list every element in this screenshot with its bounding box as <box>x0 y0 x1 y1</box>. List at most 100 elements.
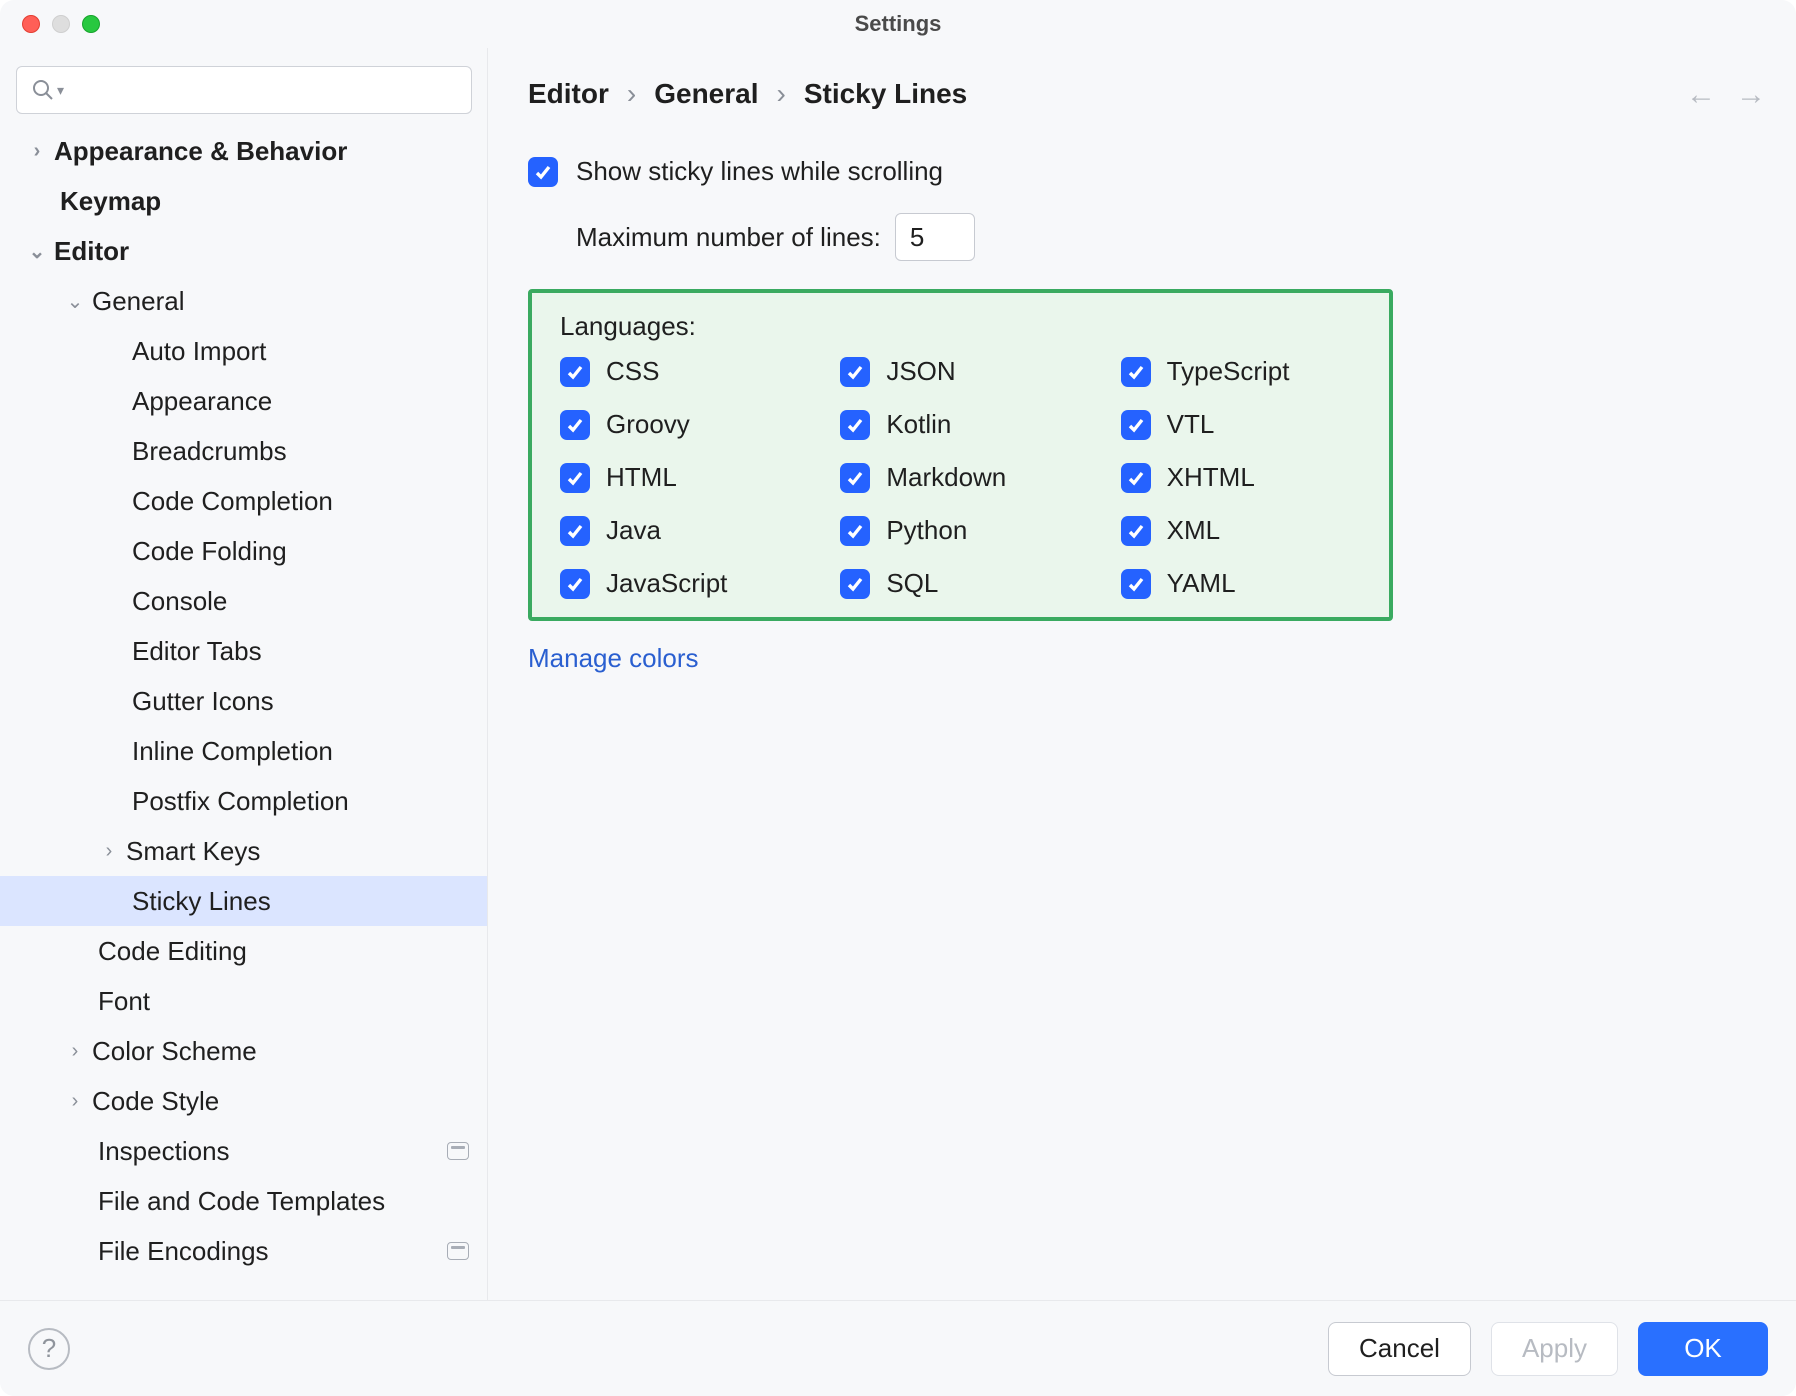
languages-box: Languages: CSSJSONTypeScriptGroovyKotlin… <box>528 289 1393 621</box>
close-icon[interactable] <box>22 15 40 33</box>
sidebar-item-label: Gutter Icons <box>132 686 274 717</box>
sidebar-item-label: File and Code Templates <box>98 1186 385 1217</box>
breadcrumb-sticky-lines: Sticky Lines <box>804 78 967 110</box>
language-item-javascript: JavaScript <box>560 568 800 599</box>
chevron-right-icon: › <box>627 78 636 110</box>
forward-icon[interactable]: → <box>1736 78 1766 112</box>
language-item-xhtml: XHTML <box>1121 462 1361 493</box>
sidebar-item-keymap[interactable]: Keymap <box>0 176 487 226</box>
sidebar-item-code-style[interactable]: ›Code Style <box>0 1076 487 1126</box>
chevron-right-icon: › <box>62 1090 88 1113</box>
language-checkbox-java[interactable] <box>560 516 590 546</box>
language-label: SQL <box>886 568 938 599</box>
ok-button[interactable]: OK <box>1638 1322 1768 1376</box>
sidebar-item-appearance-behavior[interactable]: ›Appearance & Behavior <box>0 126 487 176</box>
sidebar-item-label: Code Folding <box>132 536 287 567</box>
sidebar-item-breadcrumbs[interactable]: Breadcrumbs <box>0 426 487 476</box>
language-checkbox-vtl[interactable] <box>1121 410 1151 440</box>
search-input[interactable]: ▾ <box>16 66 472 114</box>
sidebar-item-appearance[interactable]: Appearance <box>0 376 487 426</box>
language-item-xml: XML <box>1121 515 1361 546</box>
sidebar-item-code-editing[interactable]: Code Editing <box>0 926 487 976</box>
sidebar-item-color-scheme[interactable]: ›Color Scheme <box>0 1026 487 1076</box>
sidebar-item-label: Smart Keys <box>126 836 260 867</box>
window-controls <box>22 15 100 33</box>
window-title: Settings <box>855 11 942 37</box>
language-checkbox-json[interactable] <box>840 357 870 387</box>
chevron-down-icon: ⌄ <box>62 289 88 314</box>
sidebar-item-label: Breadcrumbs <box>132 436 287 467</box>
sidebar-item-inspections[interactable]: Inspections <box>0 1126 487 1176</box>
sidebar-item-code-folding[interactable]: Code Folding <box>0 526 487 576</box>
sidebar-item-label: Font <box>98 986 150 1017</box>
sidebar-item-general[interactable]: ⌄General <box>0 276 487 326</box>
language-checkbox-markdown[interactable] <box>840 463 870 493</box>
language-item-groovy: Groovy <box>560 409 800 440</box>
sidebar-item-editor-tabs[interactable]: Editor Tabs <box>0 626 487 676</box>
sidebar-item-inline-completion[interactable]: Inline Completion <box>0 726 487 776</box>
language-label: JavaScript <box>606 568 727 599</box>
sidebar-item-label: Console <box>132 586 227 617</box>
sidebar-item-label: Sticky Lines <box>132 886 271 917</box>
project-badge-icon <box>447 1142 469 1160</box>
settings-window: Settings ▾ ›Appearance & BehaviorKeymap⌄… <box>0 0 1796 1396</box>
sidebar-item-auto-import[interactable]: Auto Import <box>0 326 487 376</box>
language-label: TypeScript <box>1167 356 1290 387</box>
back-icon[interactable]: ← <box>1686 78 1716 112</box>
settings-tree: ›Appearance & BehaviorKeymap⌄Editor⌄Gene… <box>0 126 487 1276</box>
language-item-markdown: Markdown <box>840 462 1080 493</box>
language-item-sql: SQL <box>840 568 1080 599</box>
chevron-right-icon: › <box>777 78 786 110</box>
sidebar-item-label: Inline Completion <box>132 736 333 767</box>
manage-colors-link[interactable]: Manage colors <box>528 643 699 674</box>
sidebar-item-sticky-lines[interactable]: Sticky Lines <box>0 876 487 926</box>
sidebar-item-label: Color Scheme <box>92 1036 257 1067</box>
help-icon[interactable]: ? <box>28 1328 70 1370</box>
cancel-button[interactable]: Cancel <box>1328 1322 1471 1376</box>
language-checkbox-xhtml[interactable] <box>1121 463 1151 493</box>
breadcrumb-editor[interactable]: Editor <box>528 78 609 110</box>
language-checkbox-sql[interactable] <box>840 569 870 599</box>
minimize-icon[interactable] <box>52 15 70 33</box>
language-label: JSON <box>886 356 955 387</box>
max-lines-input[interactable]: 5 <box>895 213 975 261</box>
sidebar-item-label: Code Editing <box>98 936 247 967</box>
sidebar-item-console[interactable]: Console <box>0 576 487 626</box>
language-label: Python <box>886 515 967 546</box>
language-checkbox-html[interactable] <box>560 463 590 493</box>
language-checkbox-kotlin[interactable] <box>840 410 870 440</box>
titlebar: Settings <box>0 0 1796 48</box>
sidebar-item-label: Inspections <box>98 1136 230 1167</box>
language-checkbox-javascript[interactable] <box>560 569 590 599</box>
breadcrumb-general[interactable]: General <box>654 78 758 110</box>
chevron-down-icon: ⌄ <box>24 239 50 264</box>
sidebar-item-postfix-completion[interactable]: Postfix Completion <box>0 776 487 826</box>
show-sticky-checkbox[interactable] <box>528 157 558 187</box>
sidebar-item-font[interactable]: Font <box>0 976 487 1026</box>
zoom-icon[interactable] <box>82 15 100 33</box>
language-label: Markdown <box>886 462 1006 493</box>
language-label: Kotlin <box>886 409 951 440</box>
language-checkbox-groovy[interactable] <box>560 410 590 440</box>
sidebar-item-code-completion[interactable]: Code Completion <box>0 476 487 526</box>
language-checkbox-yaml[interactable] <box>1121 569 1151 599</box>
sidebar-item-file-encodings[interactable]: File Encodings <box>0 1226 487 1276</box>
language-label: VTL <box>1167 409 1215 440</box>
language-item-css: CSS <box>560 356 800 387</box>
language-checkbox-css[interactable] <box>560 357 590 387</box>
sidebar-item-smart-keys[interactable]: ›Smart Keys <box>0 826 487 876</box>
language-item-json: JSON <box>840 356 1080 387</box>
language-checkbox-typescript[interactable] <box>1121 357 1151 387</box>
language-checkbox-xml[interactable] <box>1121 516 1151 546</box>
sidebar-item-label: Appearance <box>132 386 272 417</box>
language-label: Groovy <box>606 409 690 440</box>
search-icon <box>31 78 55 102</box>
sidebar-item-gutter-icons[interactable]: Gutter Icons <box>0 676 487 726</box>
sidebar-item-editor[interactable]: ⌄Editor <box>0 226 487 276</box>
language-checkbox-python[interactable] <box>840 516 870 546</box>
language-item-kotlin: Kotlin <box>840 409 1080 440</box>
sidebar-item-label: Editor <box>54 236 129 267</box>
sidebar-item-file-and-code-templates[interactable]: File and Code Templates <box>0 1176 487 1226</box>
sidebar-item-label: Code Completion <box>132 486 333 517</box>
apply-button[interactable]: Apply <box>1491 1322 1618 1376</box>
